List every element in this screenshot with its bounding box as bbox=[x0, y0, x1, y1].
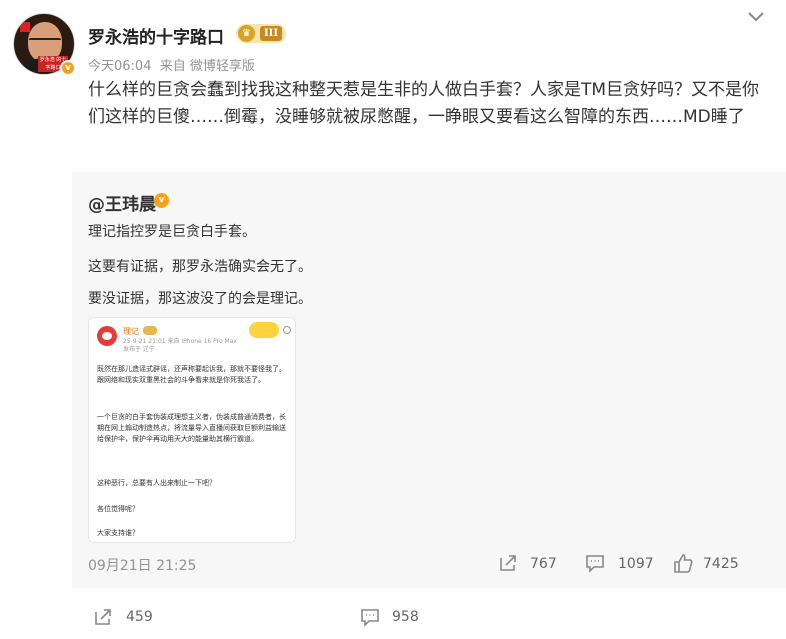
level-number: III bbox=[260, 26, 282, 41]
share-icon bbox=[95, 609, 111, 625]
post-header: 罗永浩 的十字路口 v 罗永浩的十字路口 ♛ III 今天06:04 来自 微博… bbox=[0, 0, 786, 76]
embedded-author: 理记 bbox=[123, 327, 139, 336]
repost-comment-count: 1097 bbox=[618, 556, 654, 572]
more-icon bbox=[283, 326, 291, 334]
embedded-paragraph: 各位觉得呢？ bbox=[97, 505, 139, 513]
post-meta: 今天06:04 来自 微博轻享版 bbox=[88, 55, 255, 74]
post-time[interactable]: 今天06:04 bbox=[88, 59, 151, 74]
repost-share-count: 767 bbox=[530, 556, 557, 572]
embedded-avatar bbox=[97, 326, 117, 346]
embedded-paragraph: 一个巨贪的白手套伪装成理想主义者，伪装成普通消费者，长期在网上煽动制造热点，将流… bbox=[97, 413, 286, 443]
repost-image[interactable]: 理记 25-9-21 21:01 来自 iPhone 16 Pro Max 发布… bbox=[88, 317, 296, 543]
author-name[interactable]: 罗永浩的十字路口 bbox=[88, 23, 224, 48]
comment-icon bbox=[361, 609, 379, 627]
share-icon bbox=[500, 555, 516, 571]
post-source[interactable]: 微博轻享版 bbox=[190, 59, 255, 74]
member-level-badge[interactable]: ♛ III bbox=[236, 24, 286, 43]
thumbs-up-icon bbox=[674, 554, 693, 573]
repost-verified-icon: v bbox=[154, 193, 169, 208]
bottom-fade bbox=[430, 598, 786, 639]
repost-line: 这要有证据，那罗永浩确实会无了。 bbox=[88, 259, 312, 275]
repost-like-count: 7425 bbox=[703, 556, 739, 572]
repost-line: 理记指控罗是巨贪白手套。 bbox=[88, 224, 256, 240]
embedded-paragraph: 既然在那儿造谣式辟谣，还声称要起诉我，那就不要怪我了。跟网络和现实双重黑社会的斗… bbox=[97, 365, 286, 384]
comment-count: 958 bbox=[392, 609, 419, 625]
avatar-tag-icon bbox=[20, 22, 30, 32]
post-text: 什么样的巨贪会蠢到￼找我这种整天惹是生非的人做白手套？￼人家是TM巨贪好吗？又不… bbox=[88, 80, 760, 127]
chevron-down-icon[interactable] bbox=[747, 10, 765, 24]
share-count: 459 bbox=[126, 609, 153, 625]
embedded-paragraph: 这种恶行，总要有人出来制止一下吧？ bbox=[97, 479, 216, 487]
sticker-icon bbox=[249, 322, 279, 338]
comment-icon bbox=[586, 555, 604, 573]
crown-icon: ♛ bbox=[238, 25, 255, 42]
repost-author[interactable]: @王玮晨 bbox=[88, 190, 156, 215]
source-prefix: 来自 bbox=[159, 59, 186, 74]
embedded-paragraph: 大家支持谁？ bbox=[97, 529, 139, 537]
embedded-badge-icon bbox=[143, 326, 157, 335]
verified-icon: v bbox=[60, 60, 76, 76]
repost-line: 要没证据，那这波没了的会是理记。 bbox=[88, 291, 312, 307]
repost-date[interactable]: 09月21日 21:25 bbox=[88, 555, 196, 575]
embedded-meta: 25-9-21 21:01 来自 iPhone 16 Pro Max 发布于 辽… bbox=[123, 338, 237, 353]
